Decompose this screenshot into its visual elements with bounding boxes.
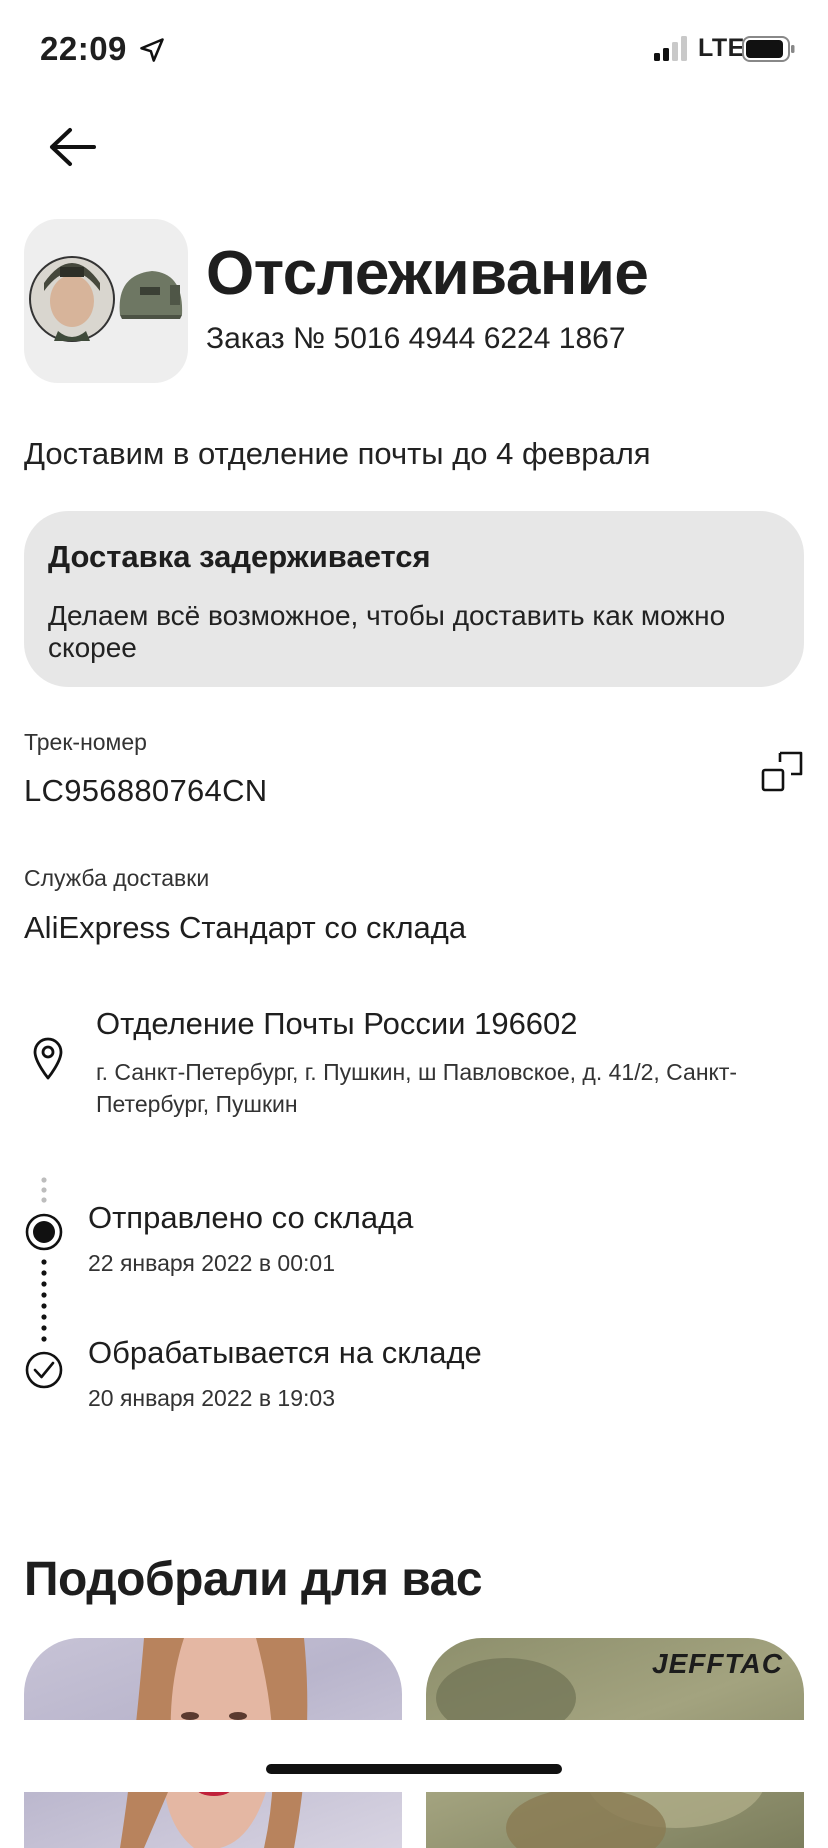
card-brand-label: JEFFTAC <box>652 1648 783 1679</box>
page-title: Отслеживание <box>206 239 649 308</box>
back-arrow-icon[interactable] <box>44 122 100 172</box>
network-type: LTE <box>698 34 745 62</box>
helmet-image <box>29 256 183 342</box>
delivery-service-value: AliExpress Стандарт со склада <box>24 910 467 945</box>
timeline-connector-dots <box>41 1259 47 1342</box>
location-arrow-icon <box>140 38 164 62</box>
home-indicator[interactable] <box>266 1764 562 1774</box>
delay-alert-text: Делаем всё возможное, чтобы доставить ка… <box>48 600 726 663</box>
copy-icon[interactable] <box>760 750 804 794</box>
pickup-office-name[interactable]: Отделение Почты России 196602 <box>96 1006 578 1042</box>
delivery-service-label: Служба доставки <box>24 865 210 891</box>
signal-icon <box>654 36 687 61</box>
order-product-thumbnail[interactable] <box>24 219 188 383</box>
pickup-office-address: г. Санкт-Петербург, г. Пушкин, ш Павловс… <box>96 1059 738 1117</box>
track-number-label: Трек-номер <box>24 729 147 755</box>
event-title: Обрабатывается на складе <box>88 1335 482 1370</box>
event-date: 22 января 2022 в 00:01 <box>88 1250 335 1276</box>
map-pin-icon <box>33 1037 63 1080</box>
event-date: 20 января 2022 в 19:03 <box>88 1385 335 1411</box>
recommendations-title: Подобрали для вас <box>24 1553 483 1606</box>
event-title: Отправлено со склада <box>88 1200 414 1235</box>
tracking-timeline <box>25 1177 63 1389</box>
track-number-value[interactable]: LC956880764CN <box>24 773 267 809</box>
bottom-safe-area <box>0 1720 828 1792</box>
timeline-current-dot-icon <box>25 1213 63 1251</box>
delay-alert-title: Доставка задерживается <box>48 539 431 574</box>
status-time: 22:09 <box>40 30 127 67</box>
timeline-check-icon <box>25 1351 63 1389</box>
timeline-top-dots <box>41 1177 47 1203</box>
order-number: Заказ № 5016 4944 6224 1867 <box>206 322 626 355</box>
delivery-estimate: Доставим в отделение почты до 4 февраля <box>24 436 651 471</box>
battery-icon <box>742 36 795 62</box>
